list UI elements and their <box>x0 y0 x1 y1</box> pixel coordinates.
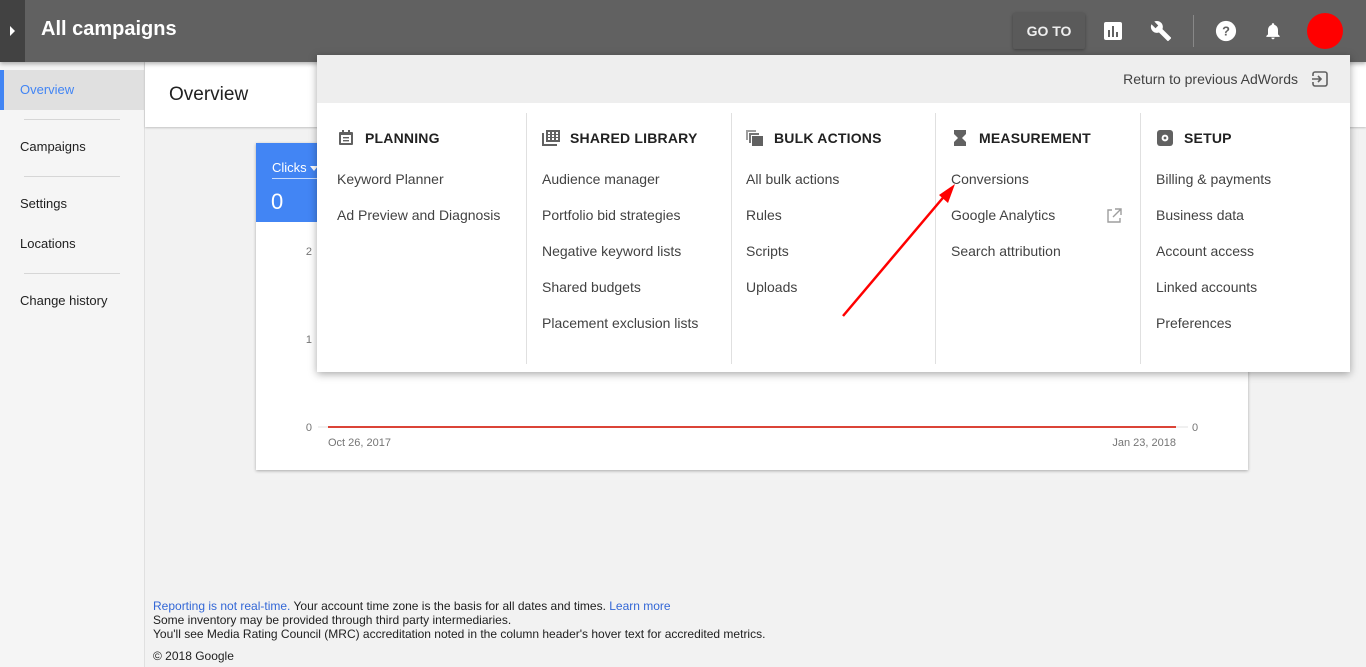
menu-item-uploads[interactable]: Uploads <box>746 279 797 295</box>
timezone-note: Your account time zone is the basis for … <box>290 599 610 613</box>
top-app-bar: All campaigns GO TO ? <box>0 0 1366 62</box>
column-header-setup: SETUP <box>1156 129 1232 147</box>
mega-menu-header: Return to previous AdWords <box>317 55 1350 103</box>
x-tick-label: Jan 23, 2018 <box>1112 437 1176 449</box>
y-tick-label: 2 <box>306 246 312 258</box>
x-tick-label: Oct 26, 2017 <box>328 437 391 449</box>
menu-item-preferences[interactable]: Preferences <box>1156 315 1231 331</box>
column-title: SHARED LIBRARY <box>570 130 698 146</box>
sidebar-divider <box>24 273 120 274</box>
calendar-icon <box>337 129 355 147</box>
tools-mega-menu: Return to previous AdWords PLANNING Keyw… <box>317 55 1350 372</box>
sidebar-item-change-history[interactable]: Change history <box>0 281 144 321</box>
menu-item-keyword-planner[interactable]: Keyword Planner <box>337 171 444 187</box>
sidebar-item-settings[interactable]: Settings <box>0 184 144 224</box>
page-title: Overview <box>169 84 249 105</box>
sidebar-item-campaigns[interactable]: Campaigns <box>0 127 144 167</box>
menu-item-conversions[interactable]: Conversions <box>951 171 1029 187</box>
copyright: © 2018 Google <box>153 649 234 663</box>
column-title: PLANNING <box>365 130 440 146</box>
reporting-not-realtime-link[interactable]: Reporting is not real-time. <box>153 599 290 613</box>
app-title: All campaigns <box>41 18 177 40</box>
footer-line-2: Some inventory may be provided through t… <box>153 613 512 627</box>
menu-item-billing-payments[interactable]: Billing & payments <box>1156 171 1271 187</box>
menu-item-scripts[interactable]: Scripts <box>746 243 789 259</box>
exit-to-app-icon[interactable] <box>1310 69 1330 89</box>
help-icon[interactable]: ? <box>1214 19 1238 43</box>
sidebar-divider <box>24 119 120 120</box>
notifications-bell-icon[interactable] <box>1261 19 1285 43</box>
footer-line-1: Reporting is not real-time. Your account… <box>153 599 765 613</box>
column-title: SETUP <box>1184 130 1232 146</box>
reports-icon[interactable] <box>1101 19 1125 43</box>
svg-text:?: ? <box>1222 24 1230 39</box>
settings-box-icon <box>1156 129 1174 147</box>
menu-item-portfolio-bid-strategies[interactable]: Portfolio bid strategies <box>542 207 681 223</box>
footer: Reporting is not real-time. Your account… <box>153 599 765 663</box>
expand-arrow-icon <box>10 26 15 36</box>
column-header-bulk-actions: BULK ACTIONS <box>746 129 882 147</box>
menu-item-ad-preview[interactable]: Ad Preview and Diagnosis <box>337 207 500 223</box>
open-in-new-icon[interactable] <box>1106 208 1122 224</box>
sidebar-item-locations[interactable]: Locations <box>0 224 144 264</box>
toolbar-divider <box>1193 15 1194 47</box>
menu-column-bulk-actions: BULK ACTIONS All bulk actions Rules Scri… <box>731 113 936 364</box>
column-title: MEASUREMENT <box>979 130 1091 146</box>
menu-item-audience-manager[interactable]: Audience manager <box>542 171 660 187</box>
menu-column-shared-library: SHARED LIBRARY Audience manager Portfoli… <box>526 113 731 364</box>
y-right-tick-label: 0 <box>1192 422 1198 434</box>
library-icon <box>542 129 560 147</box>
y-tick-label: 1 <box>306 334 312 346</box>
y-tick-label: 0 <box>306 422 312 434</box>
menu-column-measurement: MEASUREMENT Conversions Google Analytics… <box>935 113 1140 364</box>
tools-wrench-icon[interactable] <box>1149 19 1173 43</box>
menu-item-negative-keyword-lists[interactable]: Negative keyword lists <box>542 243 681 259</box>
metric-selector[interactable]: Clicks <box>272 160 318 179</box>
expand-sidebar-button[interactable] <box>0 0 25 62</box>
menu-item-google-analytics[interactable]: Google Analytics <box>951 207 1055 223</box>
menu-item-all-bulk-actions[interactable]: All bulk actions <box>746 171 839 187</box>
sidebar-item-overview[interactable]: Overview <box>0 70 144 110</box>
column-header-shared-library: SHARED LIBRARY <box>542 129 698 147</box>
account-avatar[interactable] <box>1307 13 1343 49</box>
menu-column-planning: PLANNING Keyword Planner Ad Preview and … <box>317 113 522 364</box>
column-header-planning: PLANNING <box>337 129 440 147</box>
metric-label: Clicks <box>272 160 307 175</box>
footer-line-3: You'll see Media Rating Council (MRC) ac… <box>153 627 766 641</box>
menu-column-setup: SETUP Billing & payments Business data A… <box>1140 113 1345 364</box>
column-header-measurement: MEASUREMENT <box>951 129 1091 147</box>
menu-item-business-data[interactable]: Business data <box>1156 207 1244 223</box>
goto-button[interactable]: GO TO <box>1013 13 1085 49</box>
menu-item-placement-exclusion-lists[interactable]: Placement exclusion lists <box>542 315 698 331</box>
column-title: BULK ACTIONS <box>774 130 882 146</box>
metric-value: 0 <box>271 189 284 214</box>
menu-item-search-attribution[interactable]: Search attribution <box>951 243 1061 259</box>
hourglass-icon <box>951 129 969 147</box>
bulk-copy-icon <box>746 129 764 147</box>
sidebar-divider <box>24 176 120 177</box>
menu-item-rules[interactable]: Rules <box>746 207 782 223</box>
learn-more-link[interactable]: Learn more <box>609 599 670 613</box>
return-to-previous-adwords-link[interactable]: Return to previous AdWords <box>1123 71 1298 87</box>
menu-item-account-access[interactable]: Account access <box>1156 243 1254 259</box>
menu-item-shared-budgets[interactable]: Shared budgets <box>542 279 641 295</box>
menu-item-linked-accounts[interactable]: Linked accounts <box>1156 279 1257 295</box>
sidebar: Overview Campaigns Settings Locations Ch… <box>0 62 145 667</box>
